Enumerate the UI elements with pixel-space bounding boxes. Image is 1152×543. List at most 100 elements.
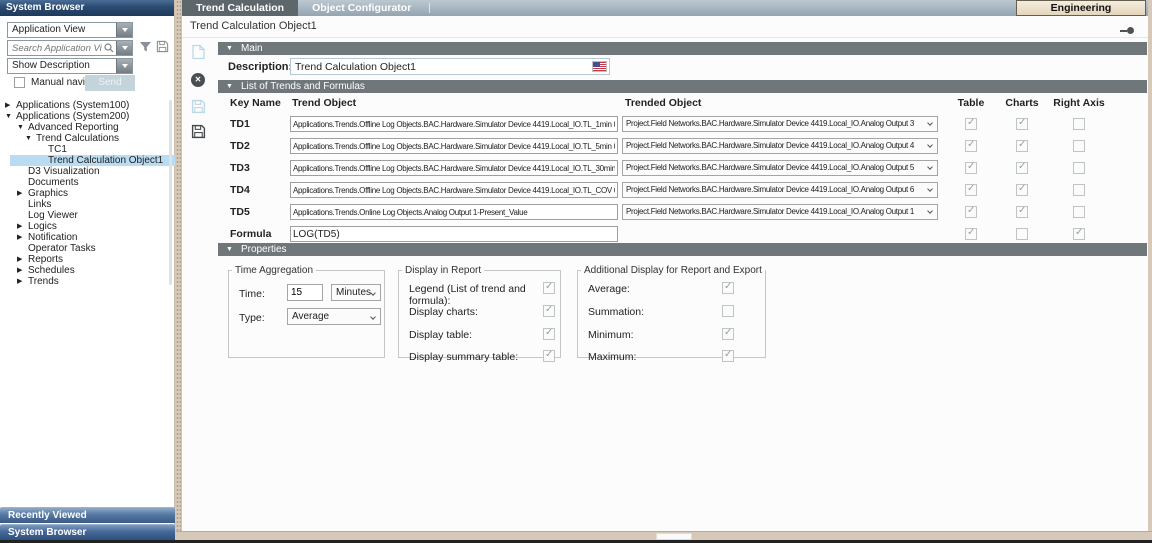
pin-icon[interactable] [1120, 27, 1134, 34]
tree-item-trends[interactable]: ▶Trends [0, 276, 175, 287]
trended-object-select[interactable]: Project.Field Networks.BAC.Hardware.Simu… [622, 204, 938, 220]
maximum-checkbox[interactable] [722, 350, 734, 362]
table-checkbox[interactable] [965, 118, 977, 130]
tree-item-applications-system100[interactable]: ▶Applications (System100) [0, 100, 175, 111]
tab-object-configurator[interactable]: Object Configurator [298, 0, 425, 16]
tree-item-applications-system200[interactable]: ▼Applications (System200) [0, 111, 175, 122]
trend-object-input[interactable] [290, 204, 618, 220]
display-charts-checkbox[interactable] [543, 305, 555, 317]
time-unit-select[interactable]: Minutes [331, 284, 381, 301]
section-header-properties[interactable]: ▼ Properties [218, 243, 1147, 256]
right-axis-checkbox[interactable] [1073, 140, 1085, 152]
trended-object-select[interactable]: Project.Field Networks.BAC.Hardware.Simu… [622, 182, 938, 198]
type-select[interactable]: Average [287, 308, 381, 325]
tree-item-notification[interactable]: ▶Notification [0, 232, 175, 243]
sidebar-title: System Browser [0, 0, 174, 16]
trended-object-select[interactable]: Project.Field Networks.BAC.Hardware.Simu… [622, 160, 938, 176]
close-icon[interactable]: ✕ [191, 73, 205, 87]
trend-object-input[interactable] [290, 116, 618, 132]
display-summary-table-checkbox[interactable] [543, 350, 555, 362]
right-axis-checkbox[interactable] [1073, 184, 1085, 196]
table-checkbox[interactable] [965, 140, 977, 152]
tree-item-trend-calculation-object1[interactable]: Trend Calculation Object1 [10, 155, 175, 166]
dropdown-button[interactable] [116, 23, 132, 37]
save-all-icon[interactable] [191, 124, 206, 142]
engineering-button[interactable]: Engineering [1016, 0, 1146, 16]
charts-checkbox[interactable] [1016, 206, 1028, 218]
chevron-down-icon [927, 186, 933, 192]
charts-checkbox[interactable] [1016, 184, 1028, 196]
tree-item-operator-tasks[interactable]: Operator Tasks [0, 243, 175, 254]
new-document-icon[interactable] [191, 44, 206, 63]
tree-item-documents[interactable]: Documents [0, 177, 175, 188]
tab-trend-calculation[interactable]: Trend Calculation [182, 0, 298, 16]
tree-item-advanced-reporting[interactable]: ▼Advanced Reporting [0, 122, 175, 133]
save-icon-disabled [191, 99, 206, 117]
table-checkbox[interactable] [965, 162, 977, 174]
description-input[interactable] [290, 58, 610, 75]
charts-checkbox[interactable] [1016, 228, 1028, 240]
description-dropdown[interactable]: Show Description [7, 58, 133, 74]
tree-item-logics[interactable]: ▶Logics [0, 221, 175, 232]
search-dropdown-button[interactable] [116, 41, 132, 55]
manual-navigation-checkbox[interactable] [14, 77, 25, 88]
search-input[interactable] [8, 41, 102, 55]
minimum-checkbox[interactable] [722, 328, 734, 340]
tree-item-trend-calculations[interactable]: ▼Trend Calculations [0, 133, 175, 144]
tree-scrollbar[interactable] [169, 100, 172, 285]
tree-expand-icon[interactable]: ▶ [17, 232, 28, 243]
right-axis-checkbox[interactable] [1073, 206, 1085, 218]
table-checkbox[interactable] [965, 228, 977, 240]
trend-object-input[interactable] [290, 160, 618, 176]
tree-expand-icon[interactable]: ▶ [17, 254, 28, 265]
charts-checkbox[interactable] [1016, 118, 1028, 130]
tree-item-reports[interactable]: ▶Reports [0, 254, 175, 265]
system-browser-bar[interactable]: System Browser [0, 524, 175, 540]
legend-option-checkbox[interactable] [543, 282, 555, 294]
table-checkbox[interactable] [965, 184, 977, 196]
language-flag-icon[interactable] [592, 61, 607, 72]
tree-item-d3-visualization[interactable]: D3 Visualization [0, 166, 175, 177]
right-axis-checkbox[interactable] [1073, 118, 1085, 130]
charts-checkbox[interactable] [1016, 140, 1028, 152]
tree-expand-icon[interactable]: ▶ [17, 265, 28, 276]
display-table-checkbox[interactable] [543, 328, 555, 340]
tree-item-log-viewer[interactable]: Log Viewer [0, 210, 175, 221]
section-header-list[interactable]: ▼ List of Trends and Formulas [218, 80, 1147, 93]
tree-expand-icon[interactable]: ▼ [17, 122, 28, 133]
trended-object-select[interactable]: Project.Field Networks.BAC.Hardware.Simu… [622, 116, 938, 132]
send-button[interactable]: Send [85, 75, 135, 91]
table-checkbox[interactable] [965, 206, 977, 218]
tree-expand-icon[interactable]: ▶ [17, 188, 28, 199]
average-checkbox[interactable] [722, 282, 734, 294]
horizontal-scrollbar[interactable] [176, 531, 1152, 540]
filter-icon[interactable] [139, 40, 152, 53]
recently-viewed-bar[interactable]: Recently Viewed [0, 507, 175, 523]
tree-expand-icon[interactable]: ▶ [17, 276, 28, 287]
right-axis-checkbox[interactable] [1073, 228, 1085, 240]
tree-item-schedules[interactable]: ▶Schedules [0, 265, 175, 276]
tree-expand-icon[interactable]: ▶ [5, 100, 16, 111]
tree-expand-icon[interactable]: ▼ [25, 133, 36, 144]
charts-checkbox[interactable] [1016, 162, 1028, 174]
summation-checkbox[interactable] [722, 305, 734, 317]
formula-input[interactable] [290, 226, 618, 242]
tree-expand-icon[interactable]: ▶ [17, 221, 28, 232]
time-value-input[interactable] [287, 284, 323, 301]
view-dropdown[interactable]: Application View [7, 22, 133, 38]
tree-item-tc1[interactable]: TC1 [0, 144, 175, 155]
view-dropdown-value: Application View [8, 23, 116, 37]
search-box [7, 40, 133, 56]
trended-object-select[interactable]: Project.Field Networks.BAC.Hardware.Simu… [622, 138, 938, 154]
trend-object-input[interactable] [290, 182, 618, 198]
scrollbar-thumb[interactable] [656, 533, 692, 540]
tree-item-links[interactable]: Links [0, 199, 175, 210]
right-axis-checkbox[interactable] [1073, 162, 1085, 174]
search-icon[interactable] [102, 41, 116, 55]
trend-object-input[interactable] [290, 138, 618, 154]
section-header-main[interactable]: ▼ Main [218, 42, 1147, 55]
tree-item-graphics[interactable]: ▶Graphics [0, 188, 175, 199]
dropdown-button[interactable] [116, 59, 132, 73]
save-view-icon[interactable] [156, 40, 169, 53]
tree-expand-icon[interactable]: ▼ [5, 111, 16, 122]
